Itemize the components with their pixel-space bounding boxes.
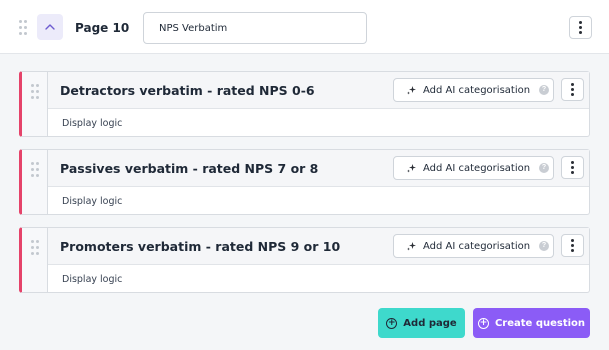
question-title[interactable]: Promoters verbatim - rated NPS 9 or 10	[60, 239, 340, 254]
sparkle-icon	[407, 85, 416, 94]
add-ai-categorisation-button[interactable]: Add AI categorisation ?	[393, 156, 554, 180]
drag-handle-icon[interactable]	[31, 162, 39, 177]
add-ai-categorisation-label: Add AI categorisation	[423, 162, 531, 174]
question-drag-rail	[22, 228, 48, 292]
sparkle-icon	[407, 163, 416, 172]
question-header: Promoters verbatim - rated NPS 9 or 10 A…	[48, 228, 589, 265]
add-ai-categorisation-button[interactable]: Add AI categorisation ?	[393, 234, 554, 258]
question-header: Passives verbatim - rated NPS 7 or 8 Add…	[48, 150, 589, 187]
info-icon[interactable]: ?	[539, 85, 550, 95]
page-drag-handle-icon[interactable]	[19, 20, 27, 35]
page-title: Page 10	[75, 21, 130, 35]
create-question-label: Create question	[494, 317, 586, 329]
question-card: Passives verbatim - rated NPS 7 or 8 Add…	[19, 149, 590, 215]
drag-handle-icon[interactable]	[31, 84, 39, 99]
drag-handle-icon[interactable]	[31, 240, 39, 255]
question-title[interactable]: Detractors verbatim - rated NPS 0-6	[60, 83, 315, 98]
question-menu-button[interactable]	[561, 234, 584, 257]
page-header: Page 10	[0, 0, 609, 54]
question-menu-button[interactable]	[561, 78, 584, 101]
display-logic-link[interactable]: Display logic	[62, 118, 122, 129]
question-menu-button[interactable]	[561, 156, 584, 179]
page-name-input[interactable]	[143, 12, 367, 44]
display-logic-link[interactable]: Display logic	[62, 196, 122, 207]
sparkle-icon	[407, 241, 416, 250]
question-card: Promoters verbatim - rated NPS 9 or 10 A…	[19, 227, 590, 293]
page-menu-button[interactable]	[569, 16, 592, 39]
create-question-button[interactable]: + Create question	[473, 308, 590, 338]
plus-circle-icon: +	[477, 317, 489, 329]
collapse-page-button[interactable]	[37, 14, 63, 40]
display-logic-link[interactable]: Display logic	[62, 274, 122, 285]
question-card: Detractors verbatim - rated NPS 0-6 Add …	[19, 71, 590, 137]
question-header: Detractors verbatim - rated NPS 0-6 Add …	[48, 72, 589, 109]
question-drag-rail	[22, 150, 48, 214]
add-ai-categorisation-label: Add AI categorisation	[423, 84, 531, 96]
add-page-button[interactable]: + Add page	[378, 308, 465, 338]
info-icon[interactable]: ?	[539, 241, 550, 251]
add-ai-categorisation-label: Add AI categorisation	[423, 240, 531, 252]
chevron-up-icon	[45, 24, 55, 30]
add-page-label: Add page	[403, 317, 457, 329]
question-title[interactable]: Passives verbatim - rated NPS 7 or 8	[60, 161, 318, 176]
plus-circle-icon: +	[386, 317, 398, 329]
question-drag-rail	[22, 72, 48, 136]
info-icon[interactable]: ?	[539, 163, 550, 173]
add-ai-categorisation-button[interactable]: Add AI categorisation ?	[393, 78, 554, 102]
